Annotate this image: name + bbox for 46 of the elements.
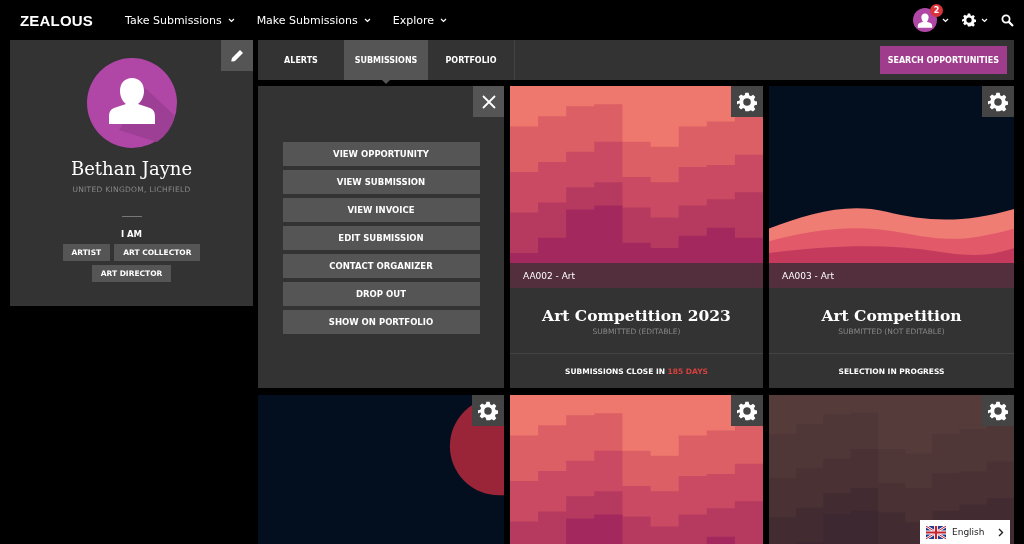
chevron-down-icon	[363, 17, 371, 23]
menu-action-button[interactable]: VIEW SUBMISSION	[282, 170, 480, 194]
menu-action-button[interactable]: VIEW OPPORTUNITY	[282, 142, 480, 166]
edit-button[interactable]	[221, 40, 253, 71]
close-button[interactable]	[473, 86, 504, 117]
chevron-down-icon	[440, 17, 448, 23]
submission-code: AA003 - Art	[769, 263, 1014, 288]
search-icon[interactable]	[1001, 13, 1014, 27]
settings-button[interactable]	[982, 86, 1014, 117]
menu-action-button[interactable]: VIEW INVOICE	[282, 198, 480, 222]
tab[interactable]: ALERTS	[258, 40, 344, 80]
chevron-down-icon	[981, 17, 988, 23]
menu-action-button[interactable]: EDIT SUBMISSION	[282, 226, 480, 250]
settings-button[interactable]	[472, 395, 504, 426]
roles-heading: I AM	[120, 229, 143, 239]
settings-icon	[737, 91, 757, 112]
menu-action-button[interactable]: SHOW ON PORTFOLIO	[282, 310, 480, 334]
nav-menu-item[interactable]: Make Submissions	[256, 13, 379, 27]
flag-icon	[926, 525, 946, 539]
settings-icon	[988, 91, 1008, 112]
settings-button[interactable]	[982, 395, 1014, 426]
settings-icon	[478, 400, 498, 421]
language-selector[interactable]: English	[920, 520, 1010, 544]
logo[interactable]: ZEALOUS	[20, 11, 94, 29]
menu-action-button[interactable]: CONTACT ORGANIZER	[282, 254, 480, 278]
settings-icon	[962, 13, 976, 27]
chevron-down-icon	[227, 17, 235, 23]
tab[interactable]: PORTFOLIO	[428, 40, 514, 80]
submission-code: AA002 - Art	[510, 263, 763, 288]
avatar-icon	[86, 58, 177, 148]
profile-name: Bethan Jayne	[70, 158, 193, 179]
competition-title: Art Competition	[821, 305, 962, 325]
settings-icon	[988, 400, 1008, 421]
chevron-down-icon	[942, 17, 949, 23]
settings-button[interactable]	[731, 395, 763, 426]
nav-menu-item[interactable]: Explore	[392, 13, 456, 27]
settings-icon	[737, 400, 757, 421]
nav-menu-item[interactable]: Take Submissions	[125, 13, 243, 27]
competition-title: Art Competition 2023	[542, 305, 731, 325]
close-icon	[481, 94, 496, 109]
menu-action-button[interactable]: DROP OUT	[282, 282, 480, 306]
search-opportunities-button[interactable]: SEARCH OPPORTUNITIES	[879, 46, 1007, 74]
chevron-right-icon	[998, 527, 1004, 537]
settings-button[interactable]	[731, 86, 763, 117]
user-icon	[913, 8, 937, 32]
notification-badge: 2	[930, 4, 943, 17]
